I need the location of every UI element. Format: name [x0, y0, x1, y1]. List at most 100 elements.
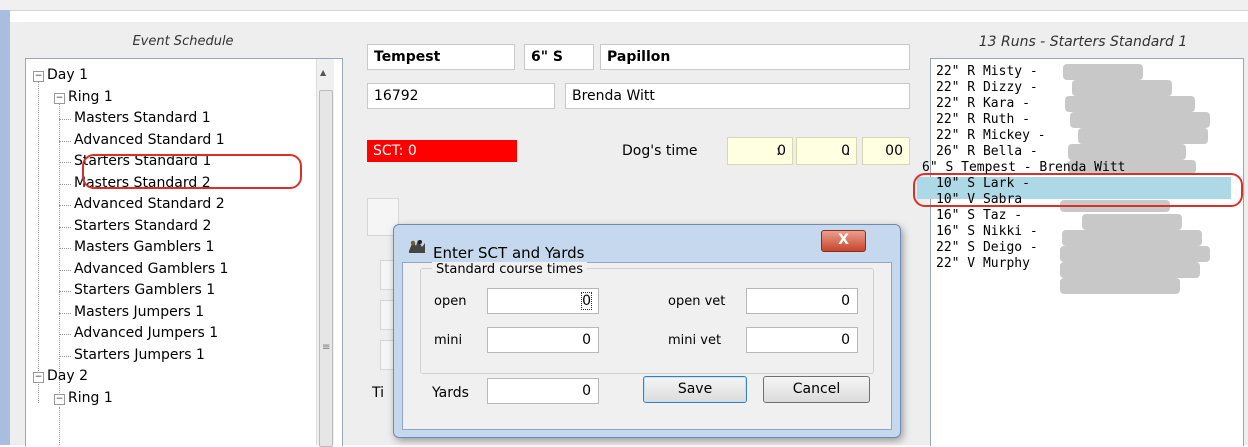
redacted-text	[1070, 112, 1210, 128]
dog-name-field[interactable]: Tempest	[367, 44, 515, 70]
tree-connector	[59, 407, 60, 446]
mini-label: mini	[434, 333, 463, 348]
tree-connector	[59, 291, 71, 292]
run-item[interactable]: 22" S Deigo -	[936, 240, 1038, 255]
tree-item[interactable]: Advanced Gamblers 1	[74, 259, 228, 279]
breed-field[interactable]: Papillon	[600, 44, 910, 70]
collapse-icon[interactable]: −	[33, 71, 44, 82]
tree-connector	[59, 334, 71, 335]
app-icon	[407, 237, 427, 255]
tree-item[interactable]: Day 1	[47, 65, 88, 85]
redacted-text	[1060, 262, 1200, 278]
runs-title: 13 Runs - Starters Standard 1	[978, 34, 1188, 50]
open-input[interactable]: 0	[487, 288, 599, 314]
open-label: open	[434, 294, 467, 309]
run-item[interactable]: 26" R Bella -	[936, 144, 1038, 159]
redacted-text	[1065, 96, 1195, 112]
tree-connector	[59, 205, 71, 206]
height-class-field[interactable]: 6" S	[524, 44, 594, 70]
redacted-text	[1078, 128, 1208, 144]
tree-connector	[59, 162, 71, 163]
open-vet-input[interactable]: 0	[746, 288, 858, 314]
event-schedule-title: Event Schedule	[132, 34, 234, 49]
open-vet-label: open vet	[668, 294, 726, 309]
tree-item[interactable]: Advanced Standard 2	[74, 194, 225, 214]
redacted-text	[1082, 214, 1182, 230]
tree-item[interactable]: Starters Standard 2	[74, 216, 211, 236]
tree-item[interactable]: Masters Gamblers 1	[74, 237, 214, 257]
sct-indicator: SCT: 0	[367, 140, 517, 162]
tree-item[interactable]: Day 2	[47, 366, 88, 386]
run-item[interactable]: 16" S Nikki -	[936, 224, 1038, 239]
time-separator: :	[776, 143, 781, 159]
time-hundredths-value: 00	[885, 143, 903, 159]
tree-item[interactable]: Masters Jumpers 1	[74, 302, 204, 322]
run-item[interactable]: 10" S Lark -	[936, 176, 1030, 191]
yards-value: 0	[582, 383, 591, 399]
yards-input[interactable]: 0	[487, 378, 599, 404]
redacted-text	[1060, 246, 1210, 262]
tree-item[interactable]: Masters Standard 1	[74, 108, 211, 128]
tree-item[interactable]: Ring 1	[68, 388, 113, 408]
redacted-text	[1068, 144, 1186, 160]
collapse-icon[interactable]: −	[54, 92, 65, 104]
run-item[interactable]: 22" R Dizzy -	[936, 80, 1038, 95]
tree-item[interactable]: Advanced Jumpers 1	[74, 323, 218, 343]
run-item-selected[interactable]: 6" S Tempest - Brenda Witt	[922, 160, 1126, 175]
redacted-text	[1063, 64, 1143, 80]
mini-vet-label: mini vet	[668, 333, 722, 348]
handler-field[interactable]: Brenda Witt	[565, 83, 910, 109]
tree-connector	[59, 226, 71, 228]
open-value: 0	[581, 292, 592, 310]
tree-connector	[59, 140, 71, 142]
tree-item[interactable]: Starters Gamblers 1	[74, 280, 215, 300]
run-item[interactable]: 22" R Kara -	[936, 96, 1030, 111]
tree-item[interactable]: Advanced Standard 1	[74, 130, 225, 150]
dogs-time-label: Dog's time	[622, 143, 698, 159]
tree-item[interactable]: Starters Jumpers 1	[74, 345, 205, 365]
tree-connector	[59, 269, 71, 271]
group-label: Standard course times	[432, 262, 588, 277]
reg-number-field[interactable]: 16792	[367, 83, 555, 109]
event-schedule-tree[interactable]: − Day 1− Ring 1 Masters Standard 1 Advanced …	[25, 58, 343, 446]
run-item[interactable]: 22" R Ruth -	[936, 112, 1030, 127]
mini-vet-value: 0	[841, 332, 850, 348]
window-left-border	[0, 10, 10, 445]
yards-label: Yards	[432, 385, 469, 401]
tree-connector	[59, 248, 71, 249]
tree-connector	[38, 75, 39, 403]
scroll-up-icon[interactable]: ▲	[320, 68, 326, 77]
save-button[interactable]: Save	[643, 376, 747, 403]
annotation-oval-schedule	[82, 154, 302, 189]
window-top-strip	[0, 0, 1248, 11]
run-item[interactable]: 22" V Murphy	[936, 256, 1030, 271]
run-item[interactable]: 22" R Misty -	[936, 64, 1038, 79]
time-hundredths-input[interactable]: 00	[862, 137, 910, 165]
close-button[interactable]: X	[821, 230, 866, 252]
cancel-button[interactable]: Cancel	[763, 376, 870, 403]
tree-connector	[59, 312, 71, 314]
collapse-icon[interactable]: −	[33, 372, 44, 383]
tree-connector	[59, 183, 71, 185]
mini-input[interactable]: 0	[487, 327, 599, 353]
scrollbar-thumb[interactable]	[319, 90, 333, 447]
dialog-title: Enter SCT and Yards	[433, 244, 585, 262]
open-vet-value: 0	[841, 293, 850, 309]
redacted-text	[1072, 80, 1172, 96]
close-icon: X	[838, 232, 849, 248]
tree-connector	[59, 355, 71, 357]
collapse-icon[interactable]: −	[54, 393, 65, 405]
partial-label: Ti	[372, 385, 385, 401]
run-item[interactable]: 16" S Taz -	[936, 208, 1022, 223]
grip-icon: ≡	[322, 342, 331, 353]
tree-connector	[59, 119, 71, 120]
tree-item[interactable]: Ring 1	[68, 87, 113, 107]
tree-connector	[59, 99, 60, 405]
time-minutes-input[interactable]: 0	[727, 137, 793, 165]
run-item[interactable]: 22" R Mickey -	[936, 128, 1046, 143]
run-item[interactable]: 10" V Sabra	[936, 192, 1022, 207]
course-times-group	[420, 268, 874, 374]
mini-value: 0	[582, 332, 591, 348]
mini-vet-input[interactable]: 0	[746, 327, 858, 353]
redacted-text	[1062, 230, 1202, 246]
